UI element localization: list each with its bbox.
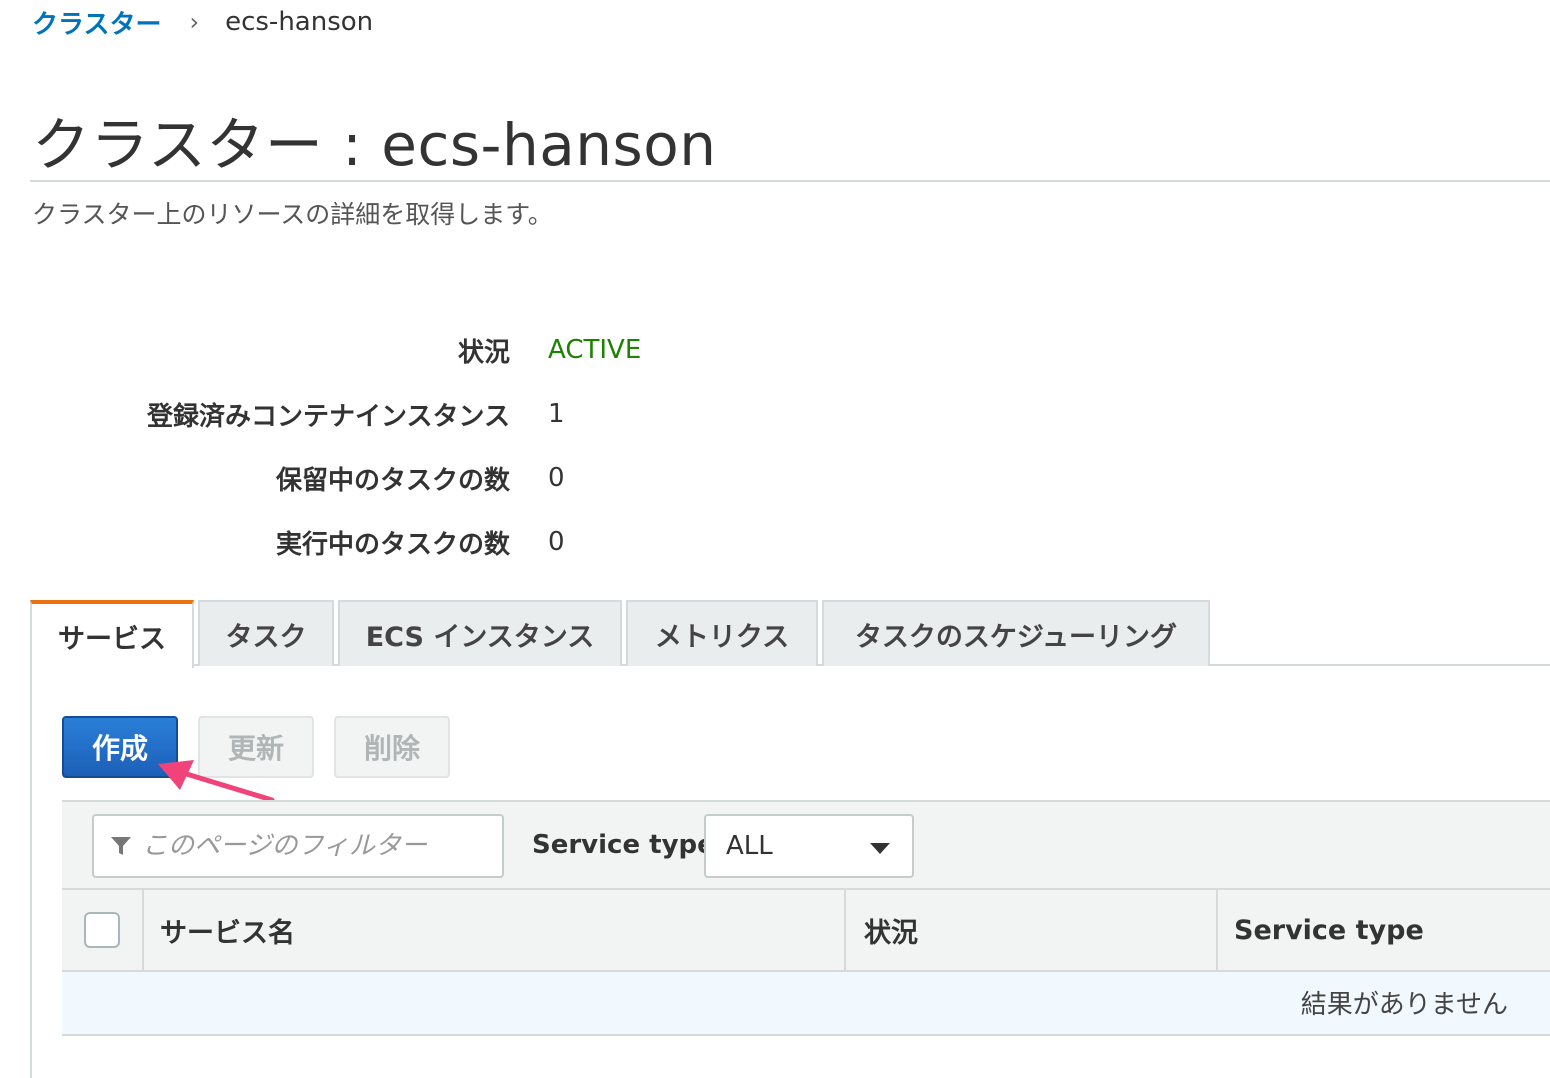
detail-row-registered-instances: 登録済みコンテナインスタンス 1 bbox=[0, 382, 900, 446]
page-title: クラスター : ecs-hanson bbox=[32, 111, 717, 179]
detail-label: 状況 bbox=[457, 337, 510, 368]
column-header-service-type[interactable]: Service type bbox=[1218, 890, 1550, 970]
detail-row-running-tasks: 実行中のタスクの数 0 bbox=[0, 510, 900, 574]
detail-value: 0 bbox=[548, 463, 565, 493]
breadcrumb-current: ecs-hanson bbox=[225, 7, 374, 37]
detail-value: 0 bbox=[548, 527, 565, 557]
delete-button[interactable]: 削除 bbox=[334, 716, 450, 778]
tab-metrics[interactable]: メトリクス bbox=[626, 600, 818, 666]
page-description: クラスター上のリソースの詳細を取得します。 bbox=[32, 200, 553, 229]
tab-bar: サービス タスク ECS インスタンス メトリクス タスクのスケジューリング bbox=[30, 600, 1550, 668]
chevron-right-icon: › bbox=[189, 8, 200, 36]
detail-row-pending-tasks: 保留中のタスクの数 0 bbox=[0, 446, 900, 510]
column-header-service-name[interactable]: サービス名 bbox=[144, 890, 846, 970]
ecs-cluster-page: クラスター › ecs-hanson クラスター : ecs-hanson クラ… bbox=[0, 0, 1550, 1078]
detail-value: 1 bbox=[548, 399, 565, 429]
service-type-value: ALL bbox=[726, 831, 773, 861]
tab-task-scheduling[interactable]: タスクのスケジューリング bbox=[822, 600, 1210, 666]
filter-bar: Service type ALL bbox=[62, 800, 1550, 890]
detail-label: 実行中のタスクの数 bbox=[275, 529, 510, 560]
column-header-status[interactable]: 状況 bbox=[846, 890, 1218, 970]
select-all-checkbox[interactable] bbox=[84, 912, 120, 948]
select-all-cell bbox=[62, 890, 144, 970]
panel-border bbox=[30, 666, 32, 1078]
tab-services[interactable]: サービス bbox=[30, 600, 194, 668]
breadcrumb-clusters-link[interactable]: クラスター bbox=[32, 4, 161, 41]
filter-icon bbox=[111, 837, 131, 855]
service-type-label: Service type bbox=[532, 830, 715, 860]
status-value: ACTIVE bbox=[548, 335, 642, 365]
tab-tasks[interactable]: タスク bbox=[198, 600, 334, 666]
filter-input[interactable] bbox=[142, 831, 502, 861]
title-divider bbox=[30, 180, 1550, 182]
services-table-header: サービス名 状況 Service type bbox=[62, 888, 1550, 970]
empty-result-row: 結果がありません bbox=[62, 970, 1550, 1036]
filter-field[interactable] bbox=[92, 814, 504, 878]
detail-label: 登録済みコンテナインスタンス bbox=[147, 401, 510, 432]
caret-down-icon bbox=[870, 843, 890, 854]
empty-message: 結果がありません bbox=[1300, 990, 1508, 1020]
detail-row-status: 状況 ACTIVE bbox=[0, 318, 900, 382]
breadcrumb: クラスター › ecs-hanson bbox=[32, 4, 373, 40]
tab-ecs-instances[interactable]: ECS インスタンス bbox=[338, 600, 622, 666]
detail-label: 保留中のタスクの数 bbox=[275, 465, 510, 496]
service-type-select[interactable]: ALL bbox=[704, 814, 914, 878]
cluster-details: 状況 ACTIVE 登録済みコンテナインスタンス 1 保留中のタスクの数 0 実… bbox=[0, 318, 900, 574]
